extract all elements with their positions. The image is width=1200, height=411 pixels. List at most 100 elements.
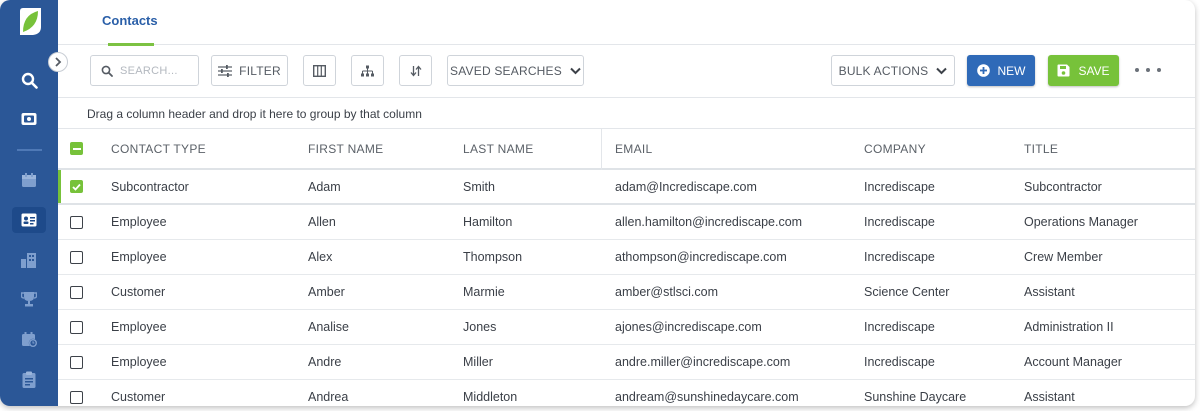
sidebar-item-clipboard[interactable] — [0, 364, 58, 394]
row-checkbox[interactable] — [70, 345, 83, 379]
sidebar-item-contacts[interactable] — [0, 205, 58, 235]
cell-company: Sunshine Daycare — [864, 390, 967, 404]
cell-email: athompson@incrediscape.com — [615, 250, 787, 264]
column-header-title[interactable]: TITLE — [1024, 129, 1058, 168]
save-label: SAVE — [1078, 63, 1110, 78]
search-icon — [21, 72, 38, 89]
checkbox-unchecked — [70, 390, 83, 404]
saved-searches-dropdown[interactable]: SAVED SEARCHES — [447, 55, 584, 86]
group-by-drop-zone[interactable]: Drag a column header and drop it here to… — [58, 98, 1195, 129]
row-checkbox[interactable] — [70, 275, 83, 309]
sidebar-item-calendar[interactable] — [0, 165, 58, 195]
cell-title: Administration II — [1024, 320, 1114, 334]
checkbox-unchecked — [70, 355, 83, 369]
cell-title: Crew Member — [1024, 250, 1103, 264]
hierarchy-icon — [361, 65, 374, 76]
checkbox-unchecked — [70, 285, 83, 299]
cell-contact-type: Employee — [111, 250, 167, 264]
row-checkbox[interactable] — [70, 310, 83, 344]
table-row[interactable]: Employee Allen Hamilton allen.hamilton@incr… — [58, 205, 1195, 240]
save-button[interactable]: SAVE — [1048, 55, 1119, 86]
money-icon — [21, 113, 37, 125]
logo-icon[interactable] — [17, 7, 43, 36]
row-checkbox[interactable] — [70, 380, 83, 406]
cell-first-name: Analise — [308, 320, 349, 334]
column-header-last-name[interactable]: LAST NAME — [463, 129, 534, 168]
cell-title: Assistant — [1024, 390, 1075, 404]
contacts-grid: CONTACT TYPE FIRST NAME LAST NAME EMAIL … — [58, 129, 1195, 406]
row-checkbox[interactable] — [70, 240, 83, 274]
columns-button[interactable] — [303, 55, 336, 86]
checkbox-unchecked — [70, 250, 83, 264]
sidebar-item-money[interactable] — [0, 104, 58, 134]
cell-email: allen.hamilton@incrediscape.com — [615, 215, 803, 229]
sidebar-collapse-button[interactable] — [48, 52, 68, 72]
table-row[interactable]: Employee Alex Thompson athompson@incredisca… — [58, 240, 1195, 275]
cell-first-name: Alex — [308, 250, 333, 264]
more-dot — [1157, 68, 1161, 72]
cell-email: andre.miller@incrediscape.com — [615, 355, 791, 369]
bulk-actions-dropdown[interactable]: BULK ACTIONS — [831, 55, 955, 86]
sidebar-item-search[interactable] — [0, 65, 58, 95]
sidebar-item-buildings[interactable] — [0, 245, 58, 275]
search-input[interactable]: SEARCH... — [90, 55, 199, 86]
more-dot — [1146, 68, 1150, 72]
sidebar-active-indicator — [12, 207, 46, 233]
cell-company: Science Center — [864, 285, 950, 299]
cell-email: ajones@incrediscape.com — [615, 320, 762, 334]
sidebar-item-trophy[interactable] — [0, 284, 58, 314]
table-row[interactable]: Customer Amber Marmie amber@stlsci.com Scien… — [58, 275, 1195, 310]
sort-arrows-icon — [410, 64, 421, 77]
column-header-email[interactable]: EMAIL — [615, 129, 653, 168]
more-options-button[interactable] — [1135, 64, 1161, 76]
search-placeholder: SEARCH... — [120, 64, 178, 77]
checkbox-partial — [70, 142, 83, 155]
row-checkbox[interactable] — [70, 205, 83, 239]
cell-email: andream@sunshinedaycare.com — [615, 390, 799, 404]
clipboard-icon — [22, 371, 36, 388]
table-row[interactable]: Employee Analise Jones ajones@incrediscape.… — [58, 310, 1195, 345]
buildings-icon — [21, 253, 36, 268]
cell-email: adam@Incrediscape.com — [615, 179, 757, 194]
minus-icon — [72, 147, 81, 150]
table-row[interactable]: Customer Andrea Middleton andream@sunshined… — [58, 380, 1195, 406]
column-header-first-name[interactable]: FIRST NAME — [308, 129, 383, 168]
select-all-checkbox[interactable] — [70, 129, 83, 168]
column-header-company[interactable]: COMPANY — [864, 129, 926, 168]
table-row[interactable]: Subcontractor Adam Smith adam@Incrediscape.… — [58, 170, 1195, 205]
cell-first-name: Adam — [308, 179, 341, 194]
cell-company: Incrediscape — [864, 355, 935, 369]
bulk-actions-label: BULK ACTIONS — [838, 63, 929, 78]
chevron-right-icon — [55, 57, 62, 67]
sliders-icon — [218, 64, 233, 77]
cell-last-name: Miller — [463, 355, 493, 369]
column-separator[interactable] — [601, 129, 602, 170]
column-header-contact-type[interactable]: CONTACT TYPE — [111, 129, 206, 168]
checkbox-unchecked — [70, 320, 83, 334]
filter-button[interactable]: FILTER — [211, 55, 288, 86]
row-checkbox[interactable] — [70, 170, 83, 203]
checkbox-unchecked — [70, 215, 83, 229]
columns-icon — [313, 64, 326, 77]
table-row[interactable]: Employee Andre Miller andre.miller@incredis… — [58, 345, 1195, 380]
cell-contact-type: Customer — [111, 390, 166, 404]
cell-company: Incrediscape — [864, 215, 935, 229]
tab-bar: Contacts — [58, 0, 1195, 45]
cell-title: Subcontractor — [1024, 179, 1102, 194]
cell-last-name: Jones — [463, 320, 497, 334]
more-dot — [1135, 68, 1139, 72]
new-button[interactable]: NEW — [967, 55, 1035, 86]
new-label: NEW — [997, 63, 1026, 78]
cell-first-name: Andrea — [308, 390, 349, 404]
cell-company: Incrediscape — [864, 320, 935, 334]
sort-button[interactable] — [399, 55, 432, 86]
sidebar-item-schedule[interactable] — [0, 324, 58, 354]
chevron-down-icon — [936, 67, 948, 74]
saved-searches-label: SAVED SEARCHES — [450, 63, 562, 78]
group-hierarchy-button[interactable] — [351, 55, 384, 86]
tab-contacts[interactable]: Contacts — [102, 13, 158, 28]
toolbar: SEARCH... FILTER SAVED SEARCHES BULK ACT… — [58, 46, 1195, 98]
cell-last-name: Thompson — [463, 250, 523, 264]
checkmark-icon — [72, 183, 81, 191]
search-icon — [101, 65, 113, 77]
